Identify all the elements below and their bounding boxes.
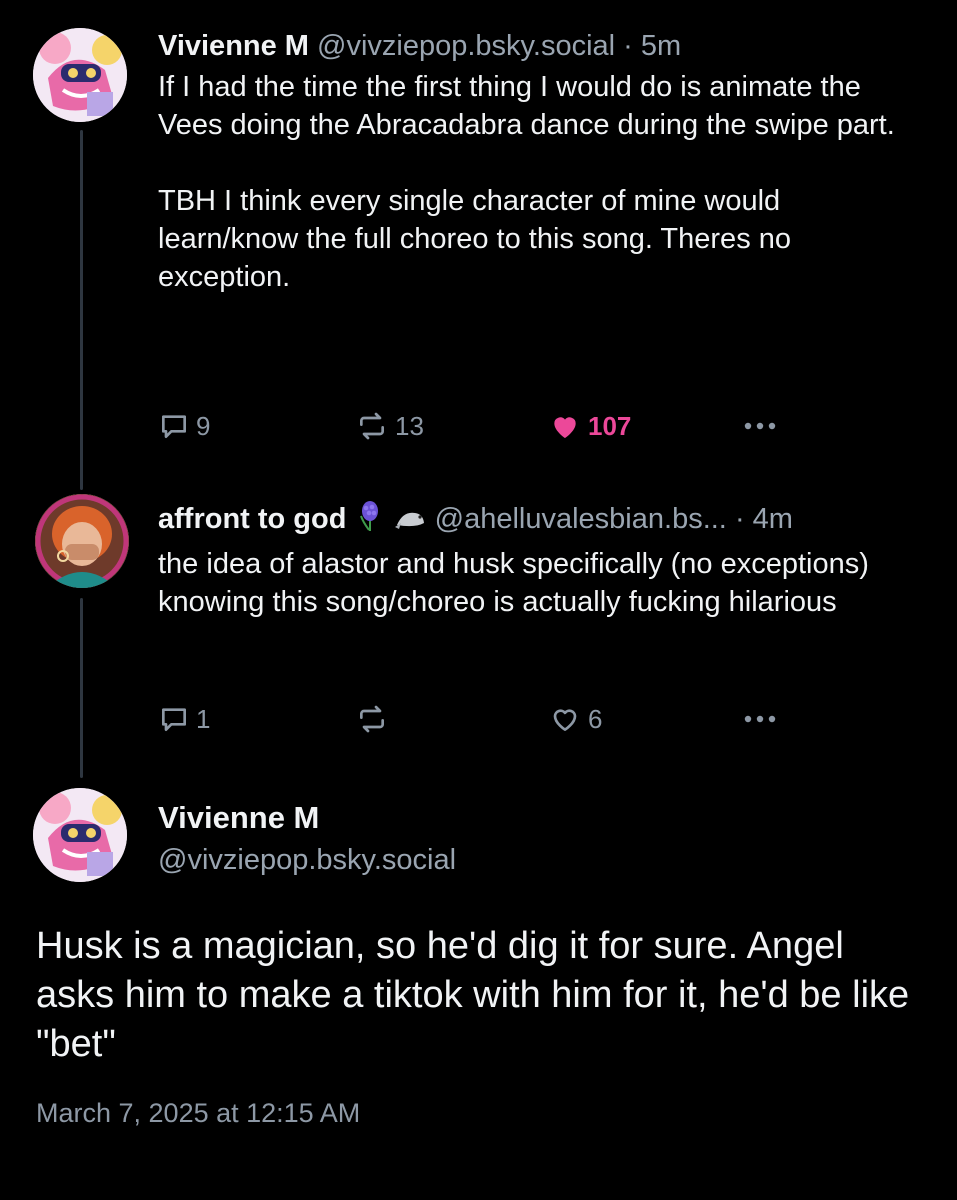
reply-count: 9: [196, 410, 211, 441]
reply-icon: [162, 708, 186, 731]
cartoon-avatar-icon: [33, 788, 127, 882]
avatar[interactable]: [33, 788, 127, 882]
post-time[interactable]: 5m: [641, 30, 681, 62]
like-count: 6: [588, 703, 603, 734]
separator: ·: [734, 503, 745, 536]
post-paragraph: If I had the time the first thing I woul…: [158, 71, 895, 141]
repost-count: 13: [395, 410, 424, 441]
seal-emoji: [393, 501, 427, 540]
post-time[interactable]: 4m: [753, 503, 793, 535]
post-header: Vivienne M @vivziepop.bsky.social · 5m: [158, 28, 927, 64]
author-handle[interactable]: @vivziepop.bsky.social: [317, 30, 615, 62]
heart-outline-icon: [553, 709, 577, 731]
post-text: Husk is a magician, so he'd dig it for s…: [36, 925, 910, 1065]
reply-count: 1: [196, 703, 211, 734]
avatar[interactable]: [33, 28, 127, 122]
author-handle[interactable]: @ahelluvalesbian.bs...: [435, 503, 727, 535]
cartoon-avatar-icon: [33, 28, 127, 122]
author-handle[interactable]: @vivziepop.bsky.social: [158, 844, 456, 877]
like-button[interactable]: 107: [548, 410, 631, 442]
author-name[interactable]: Vivienne M: [158, 30, 309, 62]
more-options-button[interactable]: [740, 416, 780, 436]
more-options-button[interactable]: [740, 709, 780, 729]
repost-icon: [360, 412, 384, 440]
post-timestamp[interactable]: March 7, 2025 at 12:15 AM: [36, 1098, 360, 1129]
post-actions: 1 6: [0, 703, 957, 737]
repost-button[interactable]: 13: [355, 410, 424, 442]
post[interactable]: Vivienne M @vivziepop.bsky.social · 5m I…: [158, 28, 927, 296]
thread-line: [80, 598, 83, 778]
author-name[interactable]: Vivienne M: [158, 800, 319, 836]
reply-button[interactable]: 1: [158, 703, 210, 735]
avatar[interactable]: [35, 494, 129, 588]
hyacinth-emoji: [355, 500, 385, 541]
post-actions: 9 13 107: [0, 410, 957, 444]
heart-filled-icon: [554, 417, 576, 438]
like-count: 107: [588, 410, 632, 441]
repost-icon: [360, 705, 384, 733]
separator: ·: [623, 30, 633, 62]
photo-avatar-icon: [35, 494, 129, 588]
like-button[interactable]: 6: [548, 703, 602, 735]
post-paragraph: TBH I think every single character of mi…: [158, 185, 792, 293]
post-paragraph: the idea of alastor and husk specificall…: [158, 548, 869, 618]
post[interactable]: affront to god @ahelluvalesbian.bs... · …: [158, 500, 927, 621]
reply-icon: [162, 415, 186, 438]
reply-button[interactable]: 9: [158, 410, 210, 442]
post-text: the idea of alastor and husk specificall…: [158, 545, 927, 621]
post-header: affront to god @ahelluvalesbian.bs... · …: [158, 500, 927, 541]
author-name[interactable]: affront to god: [158, 503, 346, 535]
repost-button[interactable]: [355, 703, 395, 735]
more-dots-icon: [744, 715, 776, 723]
post-text: If I had the time the first thing I woul…: [158, 68, 927, 296]
more-dots-icon: [744, 422, 776, 430]
